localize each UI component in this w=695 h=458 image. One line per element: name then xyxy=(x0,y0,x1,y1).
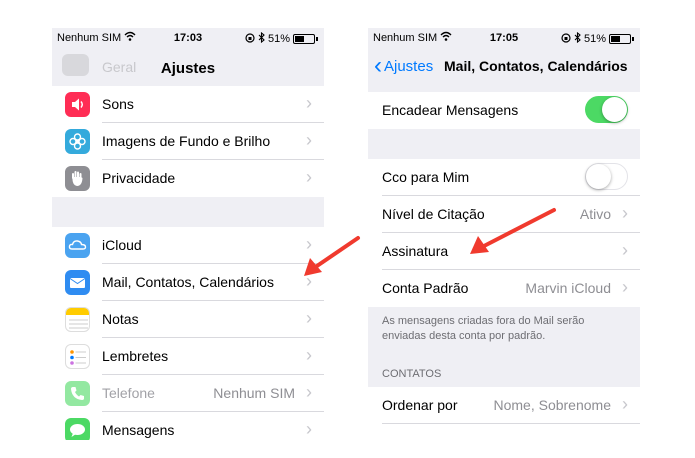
chevron-right-icon: › xyxy=(622,240,628,260)
annotation-arrow-mail xyxy=(304,236,360,276)
cloud-icon xyxy=(65,233,90,258)
row-label: iCloud xyxy=(102,237,142,253)
page-title: Ajustes xyxy=(160,60,216,77)
page-title: Mail, Contatos, Calendários xyxy=(444,58,628,74)
bcc-self-toggle[interactable] xyxy=(585,163,628,190)
chevron-right-icon: › xyxy=(306,167,312,187)
settings-row-mail[interactable]: Mail, Contatos, Calendários › xyxy=(52,264,324,301)
phone-icon xyxy=(65,381,90,406)
status-bar: Nenhum SIM 17:03 51% xyxy=(52,28,324,48)
settings-row-conta-padrao[interactable]: Conta Padrão Marvin iCloud › xyxy=(368,270,640,307)
row-label: Encadear Mensagens xyxy=(382,102,519,118)
speaker-icon xyxy=(65,92,90,117)
settings-row-cco: Cco para Mim xyxy=(368,159,640,196)
notes-icon xyxy=(65,307,90,332)
chevron-right-icon: › xyxy=(306,382,312,402)
back-button[interactable]: ‹ Ajustes xyxy=(374,52,434,79)
chevron-right-icon: › xyxy=(306,419,312,439)
chevron-right-icon: › xyxy=(622,394,628,414)
chevron-right-icon: › xyxy=(622,277,628,297)
row-label: Sons xyxy=(102,96,134,112)
row-label: Ordenar por xyxy=(382,397,458,413)
battery-percent: 51% xyxy=(583,33,606,45)
settings-row-lembretes[interactable]: Lembretes › xyxy=(52,338,324,375)
chevron-right-icon: › xyxy=(306,308,312,328)
thread-messages-toggle[interactable] xyxy=(585,96,628,123)
row-label: Imagens de Fundo e Brilho xyxy=(102,133,271,149)
row-label: Lembretes xyxy=(102,348,169,364)
section-footer-note: As mensagens criadas fora do Mail serão … xyxy=(382,315,585,342)
back-label: Ajustes xyxy=(384,57,434,75)
chevron-right-icon: › xyxy=(306,130,312,150)
settings-row-mensagens[interactable]: Mensagens › xyxy=(52,412,324,440)
settings-row-telefone[interactable]: Telefone Nenhum SIM › xyxy=(52,375,324,412)
row-label: Privacidade xyxy=(102,170,176,186)
envelope-icon xyxy=(65,270,90,295)
message-icon xyxy=(65,418,90,440)
row-value: Nenhum SIM xyxy=(213,385,295,401)
chevron-right-icon: › xyxy=(622,203,628,223)
row-value: Ativo xyxy=(579,206,611,222)
battery-icon xyxy=(609,34,631,44)
row-label: Telefone xyxy=(102,385,155,401)
hand-icon xyxy=(65,166,90,191)
row-label: Mensagens xyxy=(102,422,175,438)
settings-row-privacidade[interactable]: Privacidade › xyxy=(52,160,324,197)
battery-icon xyxy=(293,34,315,44)
row-label: Mail, Contatos, Calendários xyxy=(102,274,274,290)
chevron-right-icon: › xyxy=(306,345,312,365)
settings-row-ordenar[interactable]: Ordenar por Nome, Sobrenome › xyxy=(368,387,640,424)
row-label: Conta Padrão xyxy=(382,280,469,296)
left-settings-screen: Nenhum SIM 17:03 51% Geral Ajustes Sons … xyxy=(52,28,324,440)
section-header-contatos: CONTATOS xyxy=(382,368,442,380)
settings-row-encadear: Encadear Mensagens xyxy=(368,92,640,129)
chevron-right-icon: › xyxy=(306,93,312,113)
row-value: Marvin iCloud xyxy=(525,280,611,296)
bluetooth-icon xyxy=(574,31,581,46)
row-label: Notas xyxy=(102,311,139,327)
chevron-left-icon: ‹ xyxy=(374,52,382,79)
bluetooth-icon xyxy=(258,31,265,46)
settings-row-sons[interactable]: Sons › xyxy=(52,86,324,123)
rotation-lock-icon xyxy=(245,32,255,46)
row-label: Assinatura xyxy=(382,243,449,259)
settings-row-icloud[interactable]: iCloud › xyxy=(52,227,324,264)
rotation-lock-icon xyxy=(561,32,571,46)
settings-row-wallpaper[interactable]: Imagens de Fundo e Brilho › xyxy=(52,123,324,160)
settings-row-notas[interactable]: Notas › xyxy=(52,301,324,338)
flower-icon xyxy=(65,129,90,154)
annotation-arrow-assinatura xyxy=(470,208,556,254)
battery-percent: 51% xyxy=(267,33,290,45)
row-label: Cco para Mim xyxy=(382,169,470,185)
navigation-bar: ‹ Ajustes Mail, Contatos, Calendários xyxy=(368,48,640,92)
settings-row-partial[interactable] xyxy=(368,424,640,440)
list-icon xyxy=(65,344,90,369)
row-value: Nome, Sobrenome xyxy=(493,397,611,413)
status-bar: Nenhum SIM 17:05 51% xyxy=(368,28,640,48)
